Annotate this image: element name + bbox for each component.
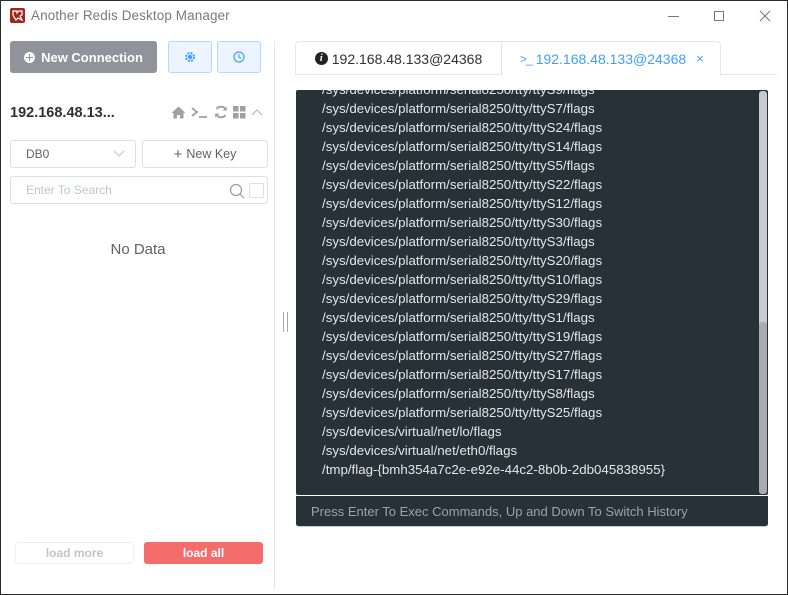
terminal-icon[interactable] bbox=[191, 104, 209, 120]
cli-scrollbar-thumb[interactable] bbox=[759, 322, 767, 494]
cli-output-line: /sys/devices/virtual/net/lo/flags bbox=[322, 424, 502, 439]
new-key-label: New Key bbox=[186, 147, 237, 161]
cli-output-line: /sys/devices/platform/serial8250/tty/tty… bbox=[322, 215, 603, 230]
search-box bbox=[10, 176, 268, 204]
new-connection-label: New Connection bbox=[41, 49, 143, 65]
chevron-down-icon bbox=[113, 145, 125, 157]
sidebar-divider bbox=[274, 41, 275, 589]
maximize-icon bbox=[714, 11, 724, 21]
tab-label: 192.168.48.133@24368 bbox=[535, 50, 687, 67]
connection-ops bbox=[171, 104, 263, 120]
connection-item[interactable]: 192.168.48.13... bbox=[10, 102, 266, 124]
sidebar: New Connection 192.168.48.13... DB0 + Ne… bbox=[1, 32, 275, 594]
clock-icon bbox=[233, 51, 245, 63]
cli-output-line: /sys/devices/virtual/net/eth0/flags bbox=[322, 443, 518, 458]
cli-output-line: /sys/devices/platform/serial8250/tty/tty… bbox=[322, 253, 603, 268]
cli-scrollbar[interactable] bbox=[759, 91, 767, 494]
db-select[interactable]: DB0 bbox=[10, 140, 136, 168]
cli-input-box bbox=[296, 496, 768, 527]
plus-icon: + bbox=[173, 145, 183, 163]
close-button[interactable] bbox=[750, 5, 780, 27]
cli-output-lines: /sys/devices/platform/serial8250/tty/tty… bbox=[322, 90, 665, 479]
cli-output-line: /sys/devices/platform/serial8250/tty/tty… bbox=[322, 310, 595, 325]
cli-output: /sys/devices/platform/serial8250/tty/tty… bbox=[296, 90, 768, 495]
exact-search-checkbox[interactable] bbox=[249, 183, 264, 198]
tab-connection-info[interactable]: i 192.168.48.133@24368 bbox=[295, 41, 502, 75]
chevron-up-icon[interactable] bbox=[251, 104, 263, 120]
cli-output-line: /sys/devices/platform/serial8250/tty/tty… bbox=[322, 101, 595, 116]
cli-output-line: /sys/devices/platform/serial8250/tty/tty… bbox=[322, 405, 603, 420]
history-button[interactable] bbox=[217, 41, 261, 73]
new-connection-button[interactable]: New Connection bbox=[10, 41, 157, 73]
plus-circle-icon bbox=[24, 51, 36, 63]
empty-state-text: No Data bbox=[110, 241, 166, 258]
minimize-icon bbox=[667, 15, 679, 17]
connection-name: 192.168.48.13... bbox=[10, 105, 115, 121]
cli-output-line: /sys/devices/platform/serial8250/tty/tty… bbox=[322, 90, 665, 99]
resize-handle[interactable] bbox=[283, 312, 288, 332]
app-window: Another Redis Desktop Manager New Connec… bbox=[0, 0, 788, 595]
cli-output-line: /sys/devices/platform/serial8250/tty/tty… bbox=[322, 158, 595, 173]
tab-bar: i 192.168.48.133@24368 >_ 192.168.48.133… bbox=[295, 41, 777, 76]
cli-output-line: /tmp/flag-{bmh354a7c2e-e92e-44c2-8b0b-2d… bbox=[322, 462, 666, 477]
cli-output-line: /sys/devices/platform/serial8250/tty/tty… bbox=[322, 272, 603, 287]
close-tab-icon[interactable]: × bbox=[696, 51, 704, 66]
load-all-button[interactable]: load all bbox=[144, 542, 263, 564]
refresh-icon[interactable] bbox=[214, 104, 228, 120]
cli-output-line: /sys/devices/platform/serial8250/tty/tty… bbox=[322, 291, 603, 306]
new-key-button[interactable]: + New Key bbox=[142, 140, 268, 168]
tab-cli[interactable]: >_ 192.168.48.133@24368 × bbox=[501, 41, 721, 76]
tab-label: 192.168.48.133@24368 bbox=[331, 50, 483, 67]
window-title: Another Redis Desktop Manager bbox=[31, 8, 230, 23]
resize-handle-bar bbox=[283, 312, 284, 332]
search-icon[interactable] bbox=[229, 183, 245, 199]
cli-output-line: /sys/devices/platform/serial8250/tty/tty… bbox=[322, 177, 603, 192]
settings-button[interactable] bbox=[168, 41, 212, 73]
cli-output-line: /sys/devices/platform/serial8250/tty/tty… bbox=[322, 234, 595, 249]
cli-output-line: /sys/devices/platform/serial8250/tty/tty… bbox=[322, 196, 603, 211]
cli-output-line: /sys/devices/platform/serial8250/tty/tty… bbox=[322, 386, 595, 401]
cli-output-line: /sys/devices/platform/serial8250/tty/tty… bbox=[322, 367, 603, 382]
app-logo-icon bbox=[10, 8, 25, 23]
title-bar: Another Redis Desktop Manager bbox=[1, 1, 787, 32]
cli-output-line: /sys/devices/platform/serial8250/tty/tty… bbox=[322, 120, 603, 135]
maximize-button[interactable] bbox=[704, 5, 734, 27]
terminal-icon: >_ bbox=[520, 51, 533, 66]
cli-command-input[interactable] bbox=[296, 496, 768, 526]
resize-handle-bar bbox=[287, 312, 288, 332]
minimize-button[interactable] bbox=[658, 5, 688, 27]
load-more-button[interactable]: load more bbox=[15, 542, 134, 564]
search-input[interactable] bbox=[11, 177, 211, 203]
cli-output-line: /sys/devices/platform/serial8250/tty/tty… bbox=[322, 329, 603, 344]
grid-icon[interactable] bbox=[233, 104, 246, 120]
info-icon: i bbox=[314, 52, 328, 65]
home-icon[interactable] bbox=[171, 104, 186, 120]
db-select-value: DB0 bbox=[26, 147, 50, 161]
close-icon bbox=[759, 10, 771, 22]
cli-output-line: /sys/devices/platform/serial8250/tty/tty… bbox=[322, 139, 603, 154]
gear-icon bbox=[185, 52, 195, 62]
cli-output-line: /sys/devices/platform/serial8250/tty/tty… bbox=[322, 348, 603, 363]
